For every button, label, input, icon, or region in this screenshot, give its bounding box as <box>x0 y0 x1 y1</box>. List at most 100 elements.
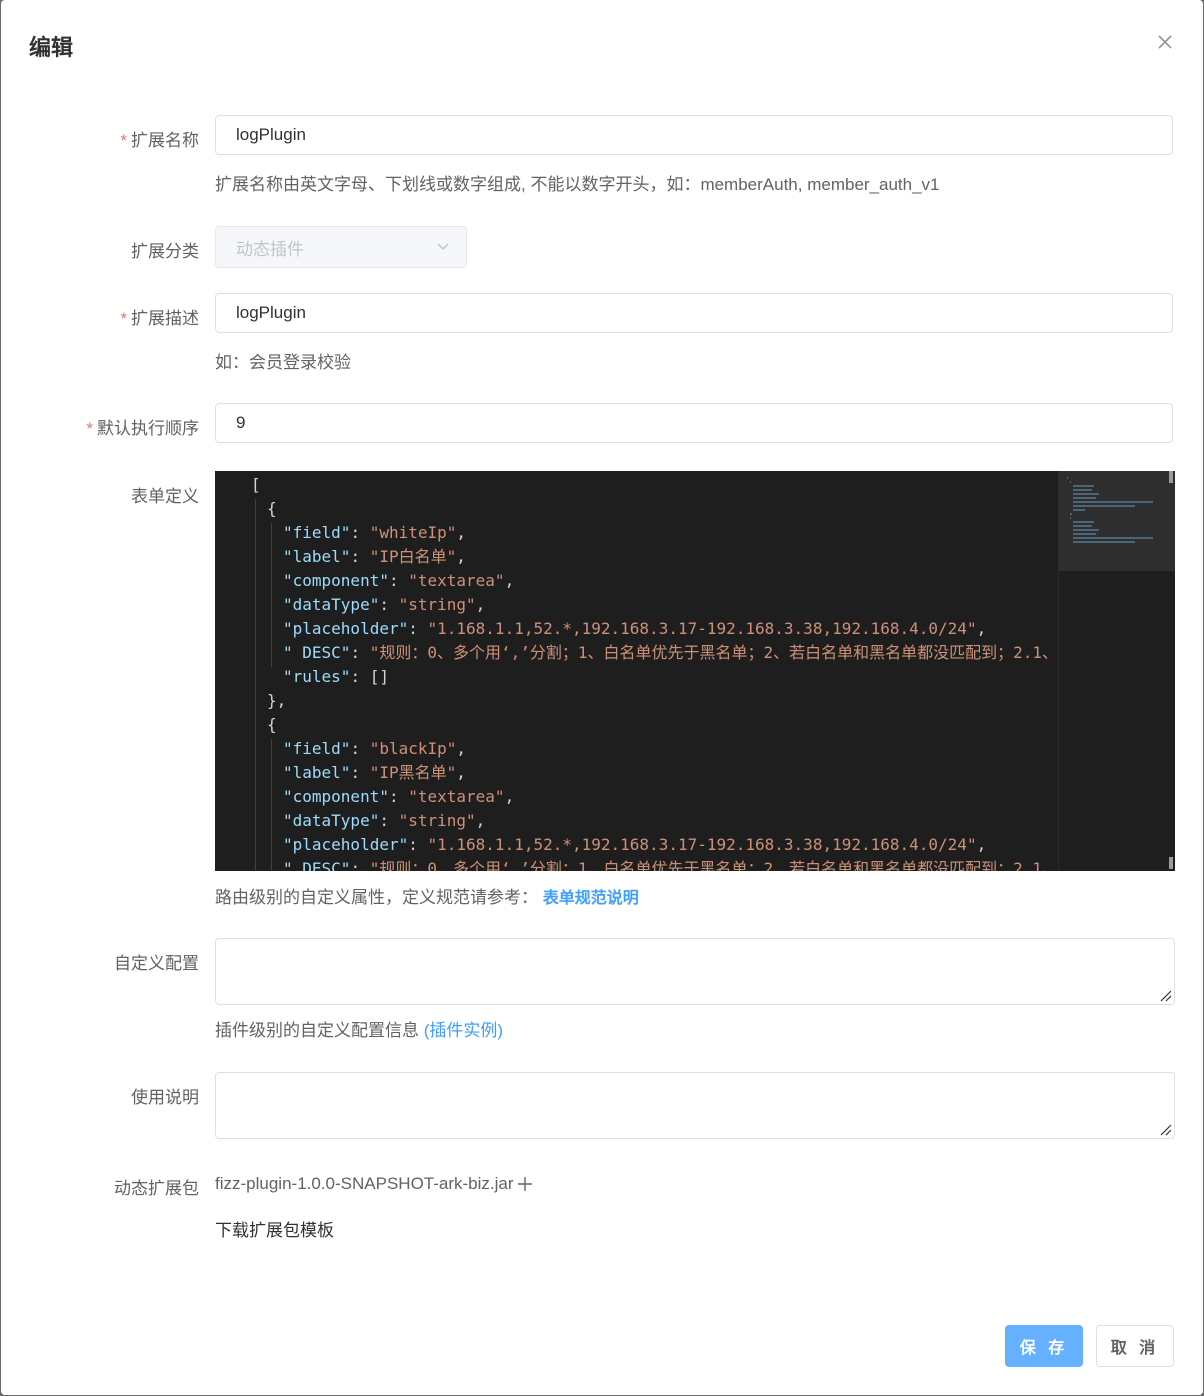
json-key: "component" <box>283 571 389 590</box>
order-label: * 默认执行顺序 <box>86 419 199 438</box>
minimap-line <box>1070 517 1072 519</box>
category-value: 动态插件 <box>236 239 304 259</box>
code-line: "rules": [] <box>251 665 1055 689</box>
custom-config-hint: 插件级别的自定义配置信息 (插件实例) <box>215 1021 504 1040</box>
dialog-title: 编辑 <box>29 35 74 60</box>
resize-handle-icon[interactable] <box>1158 988 1172 1002</box>
package-file-name: fizz-plugin-1.0.0-SNAPSHOT-ark-biz.jar <box>215 1174 514 1193</box>
minimap-line <box>1073 521 1094 523</box>
usage-textarea[interactable] <box>215 1072 1175 1139</box>
chevron-down-icon <box>437 243 449 251</box>
json-punct: : <box>408 619 428 638</box>
json-key: "dataType" <box>283 595 380 614</box>
code-line: { <box>251 713 1055 737</box>
json-string: "blackIp" <box>369 739 457 758</box>
name-label: * 扩展名称 <box>120 131 199 150</box>
minimap-line <box>1073 493 1100 495</box>
save-button[interactable]: 保 存 <box>1005 1325 1083 1367</box>
json-punct: : <box>350 523 370 542</box>
form-spec-link[interactable]: 表单规范说明 <box>543 890 639 907</box>
minimap-line <box>1073 505 1135 507</box>
json-key: " DESC" <box>283 643 351 662</box>
json-punct: , <box>475 811 486 830</box>
json-string: "规则：0、多个用‘,’分割；1、白名单优先于黑名单；2、若白名单和黑名单都没匹… <box>369 859 1059 871</box>
editor-scrollbar[interactable] <box>1169 471 1173 871</box>
edit-dialog: 编辑 * 扩展名称 logPlugin 扩展名称由英文字母、下划线或数字组成, 不… <box>1 0 1203 1395</box>
description-hint: 如：会员登录校验 <box>215 353 351 372</box>
required-mark: * <box>86 419 93 438</box>
code-line: "placeholder": "1.168.1.1,52.*,192.168.3… <box>251 617 1055 641</box>
usage-label: 使用说明 <box>131 1088 199 1107</box>
json-string: "string" <box>398 595 476 614</box>
code-line: " DESC": "规则：0、多个用‘,’分割；1、白名单优先于黑名单；2、若白… <box>251 857 1059 871</box>
code-line: "dataType": "string", <box>251 593 1055 617</box>
json-punct: : <box>350 859 370 871</box>
json-string: "1.168.1.1,52.*,192.168.3.17-192.168.3.3… <box>427 619 977 638</box>
resize-handle-icon[interactable] <box>1158 1122 1172 1136</box>
json-string: "1.168.1.1,52.*,192.168.3.17-192.168.3.3… <box>427 835 977 854</box>
close-icon[interactable] <box>1157 34 1173 50</box>
description-input[interactable]: logPlugin <box>215 293 1173 333</box>
json-punct: { <box>267 499 277 518</box>
cancel-button[interactable]: 取 消 <box>1096 1325 1174 1367</box>
package-label: 动态扩展包 <box>114 1179 199 1198</box>
json-punct: , <box>976 619 987 638</box>
close-button[interactable] <box>1153 30 1177 54</box>
json-punct: : <box>388 787 409 806</box>
code-content[interactable]: [{"field": "whiteIp", "label": "IP白名单", "c… <box>251 473 1059 871</box>
json-punct: , <box>504 787 515 806</box>
json-punct: { <box>267 715 277 734</box>
custom-config-label: 自定义配置 <box>114 954 199 973</box>
description-label: * 扩展描述 <box>120 309 199 328</box>
json-key: "label" <box>283 763 351 782</box>
json-punct: }, <box>267 691 287 710</box>
json-punct: [ <box>251 475 261 494</box>
minimap-line <box>1073 525 1092 527</box>
json-punct: : <box>379 811 399 830</box>
plus-icon[interactable] <box>516 1175 534 1193</box>
minimap-line <box>1073 533 1097 535</box>
minimap-line <box>1073 489 1092 491</box>
code-line: "placeholder": "1.168.1.1,52.*,192.168.3… <box>251 833 1055 857</box>
json-key: "rules" <box>283 667 351 686</box>
json-key: "label" <box>283 547 351 566</box>
category-label: 扩展分类 <box>131 242 199 261</box>
minimap-line <box>1070 513 1073 515</box>
plugin-example-link[interactable]: (插件实例) <box>424 1021 503 1040</box>
json-punct: : [] <box>350 667 389 686</box>
json-string: "textarea" <box>408 787 505 806</box>
json-punct: , <box>456 523 467 542</box>
name-hint: 扩展名称由英文字母、下划线或数字组成, 不能以数字开头，如：memberAuth… <box>215 175 940 194</box>
minimap-line <box>1073 497 1097 499</box>
category-select[interactable]: 动态插件 <box>215 226 467 268</box>
minimap-line <box>1073 501 1154 503</box>
code-line: }, <box>251 689 1055 713</box>
json-string: "IP黑名单" <box>369 763 457 782</box>
json-string: "IP白名单" <box>369 547 457 566</box>
order-input[interactable]: 9 <box>215 403 1173 443</box>
json-key: "placeholder" <box>283 619 409 638</box>
json-key: "field" <box>283 523 351 542</box>
json-punct: : <box>379 595 399 614</box>
json-punct: : <box>350 763 370 782</box>
minimap-line <box>1067 477 1069 479</box>
code-editor[interactable]: [{"field": "whiteIp", "label": "IP白名单", "c… <box>215 471 1175 871</box>
code-line: "dataType": "string", <box>251 809 1055 833</box>
editor-minimap[interactable] <box>1058 471 1175 871</box>
json-punct: , <box>504 571 515 590</box>
json-key: "field" <box>283 739 351 758</box>
json-punct: , <box>475 595 486 614</box>
custom-config-textarea[interactable] <box>215 938 1175 1005</box>
code-line: "component": "textarea", <box>251 569 1055 593</box>
json-punct: , <box>456 739 467 758</box>
minimap-line <box>1073 541 1135 543</box>
code-line: "label": "IP黑名单", <box>251 761 1055 785</box>
download-template-link[interactable]: 下载扩展包模板 <box>215 1216 334 1241</box>
json-key: "placeholder" <box>283 835 409 854</box>
json-punct: : <box>350 739 370 758</box>
minimap-line <box>1073 485 1094 487</box>
json-string: "string" <box>398 811 476 830</box>
required-mark: * <box>120 131 127 150</box>
name-input[interactable]: logPlugin <box>215 115 1173 155</box>
minimap-line <box>1073 529 1100 531</box>
